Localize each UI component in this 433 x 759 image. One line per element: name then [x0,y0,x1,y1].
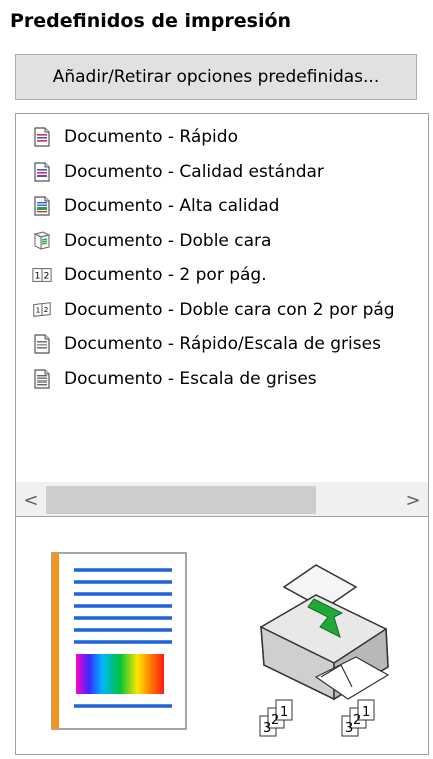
presets-list-items: Documento - Rápido Documento - Calidad e… [16,120,428,396]
svg-text:1: 1 [35,272,41,282]
printer-icon [260,564,390,701]
collate-number: 1 [280,705,288,720]
page-preview-icon [51,552,187,730]
collate-icon: 3 2 1 [341,699,375,737]
preset-label: Documento - Rápido/Escala de grises [64,334,381,355]
panel-title: Predefinidos de impresión [10,10,292,32]
preset-label: Documento - 2 por pág. [64,265,267,286]
presets-list[interactable]: Documento - Rápido Documento - Calidad e… [15,113,429,517]
list-item[interactable]: 1 2 Documento - Doble cara con 2 por pág [16,293,428,328]
list-item[interactable]: Documento - Escala de grises [16,362,428,397]
add-remove-presets-button[interactable]: Añadir/Retirar opciones predefinidas... [15,54,417,100]
preset-label: Documento - Escala de grises [64,368,317,389]
high-quality-document-icon [32,196,52,216]
preset-label: Documento - Doble cara con 2 por pág [64,299,395,320]
two-per-page-icon: 1 2 [32,265,52,285]
standard-quality-document-icon [32,162,52,182]
collate-number: 1 [362,705,370,720]
list-item[interactable]: Documento - Rápido/Escala de grises [16,327,428,362]
scrollbar-thumb[interactable] [46,486,316,514]
two-sided-two-per-page-icon: 1 2 [32,300,52,320]
collate-icon: 3 2 1 [259,699,293,737]
preset-label: Documento - Rápido [64,127,238,148]
preview-area: 3 2 1 3 2 1 [15,517,429,755]
fast-grayscale-document-icon [32,334,52,354]
horizontal-scrollbar[interactable]: < > [16,482,428,516]
list-item[interactable]: Documento - Alta calidad [16,189,428,224]
print-presets-panel: Predefinidos de impresión Añadir/Retirar… [0,0,433,759]
svg-text:1: 1 [36,305,41,314]
preview-graphics: 3 2 1 3 2 1 [51,552,390,737]
list-item[interactable]: 1 2 Documento - 2 por pág. [16,258,428,293]
two-sided-document-icon [32,231,52,251]
preset-label: Documento - Alta calidad [64,196,280,217]
svg-text:2: 2 [44,272,50,282]
list-item[interactable]: Documento - Rápido [16,120,428,155]
list-item[interactable]: Documento - Doble cara [16,224,428,259]
collate-number: 2 [271,713,279,728]
scroll-left-button[interactable]: < [16,483,46,516]
collate-number: 2 [353,713,361,728]
scroll-right-button[interactable]: > [398,483,428,516]
grayscale-document-icon [32,369,52,389]
list-item[interactable]: Documento - Calidad estándar [16,155,428,190]
svg-text:2: 2 [44,305,49,314]
preset-label: Documento - Doble cara [64,230,272,251]
fast-document-icon [32,127,52,147]
preset-label: Documento - Calidad estándar [64,161,324,182]
